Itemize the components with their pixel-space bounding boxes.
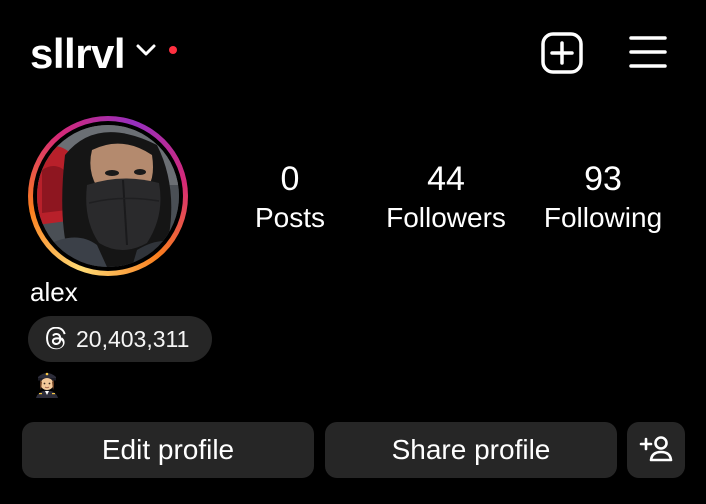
add-person-icon — [639, 436, 673, 462]
notification-dot-icon — [169, 46, 177, 54]
hamburger-menu-icon[interactable] — [628, 34, 668, 70]
stat-followers[interactable]: 44 Followers — [371, 158, 521, 236]
followers-count: 44 — [427, 160, 465, 198]
following-label: Following — [543, 202, 663, 233]
profile-page: sllrvl 0 Posts 44 Followers 93 Following… — [0, 0, 706, 504]
stat-posts[interactable]: 0 Posts — [215, 158, 365, 236]
display-name: alex — [30, 277, 78, 307]
followers-label: Followers — [386, 202, 506, 233]
stat-following[interactable]: 93 Following — [528, 158, 678, 236]
threads-icon — [46, 327, 66, 350]
edit-profile-button[interactable]: Edit profile — [22, 422, 314, 478]
posts-label: Posts — [254, 202, 326, 233]
posts-count: 0 — [280, 160, 300, 198]
following-count: 93 — [584, 160, 622, 198]
share-profile-button[interactable]: Share profile — [325, 422, 617, 478]
story-ring[interactable] — [28, 116, 188, 276]
threads-count: 20,403,311 — [76, 326, 190, 352]
username-switcher[interactable]: sllrvl — [30, 30, 126, 78]
avatar — [37, 125, 179, 267]
chevron-down-icon[interactable] — [135, 42, 157, 58]
pilot-emoji-icon — [36, 372, 58, 398]
add-person-button[interactable] — [627, 422, 685, 478]
create-post-icon[interactable] — [540, 31, 584, 75]
profile-photo — [37, 125, 179, 267]
threads-badge[interactable]: 20,403,311 — [28, 316, 212, 362]
